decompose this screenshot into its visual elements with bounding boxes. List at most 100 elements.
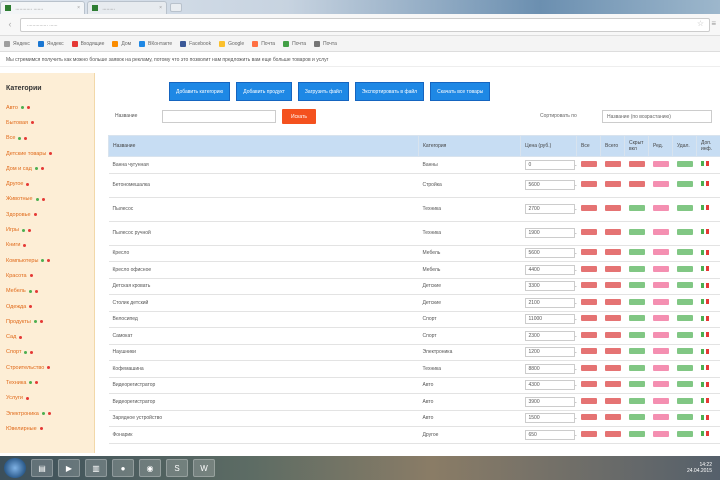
product-name-cell[interactable]: Ванна чугунная	[108, 156, 419, 174]
sidebar-category-item[interactable]: Мебель	[0, 284, 94, 299]
product-name-cell[interactable]: Видеорегистратор	[108, 393, 419, 411]
down-marker-icon[interactable]	[705, 161, 709, 167]
down-marker-icon[interactable]	[705, 332, 709, 338]
up-marker-icon[interactable]	[700, 266, 704, 272]
down-marker-icon[interactable]	[705, 249, 709, 255]
delete-button[interactable]	[676, 430, 693, 437]
down-marker-icon[interactable]	[705, 299, 709, 305]
total-action-button[interactable]	[604, 414, 621, 421]
price-input[interactable]: 2100	[524, 297, 575, 308]
name-filter-input[interactable]	[162, 110, 276, 123]
hidden-toggle-button[interactable]	[628, 282, 645, 289]
product-name-cell[interactable]: Бетономешалка	[108, 173, 419, 198]
sidebar-category-item[interactable]: Ювелирные	[0, 421, 94, 436]
sidebar-category-item[interactable]: Бытовая	[0, 115, 94, 130]
product-name-cell[interactable]: Столик детский	[108, 294, 419, 312]
edit-button[interactable]	[652, 249, 669, 256]
delete-button[interactable]	[676, 160, 693, 167]
product-name-cell[interactable]: Детская кровать	[108, 278, 419, 295]
col-header-name[interactable]: Название	[108, 135, 419, 157]
up-marker-icon[interactable]	[700, 282, 704, 288]
down-marker-icon[interactable]	[705, 181, 709, 187]
sidebar-category-item[interactable]: Все	[0, 131, 94, 146]
down-marker-icon[interactable]	[705, 348, 709, 354]
firefox-taskbar-icon[interactable]: ●	[112, 459, 134, 477]
sort-select[interactable]: Название (по возрастанию)	[602, 110, 712, 123]
all-action-button[interactable]	[580, 414, 597, 421]
price-input[interactable]: 1200	[524, 347, 575, 358]
total-action-button[interactable]	[604, 397, 621, 404]
product-name-cell[interactable]: Фонарик	[108, 426, 419, 444]
hidden-toggle-button[interactable]	[628, 348, 645, 355]
hidden-toggle-button[interactable]	[628, 414, 645, 421]
all-action-button[interactable]	[580, 298, 597, 305]
sidebar-category-item[interactable]: Другое	[0, 176, 94, 191]
hidden-toggle-button[interactable]	[628, 364, 645, 371]
bookmark-item[interactable]: Яндекс	[4, 40, 30, 47]
delete-button[interactable]	[676, 364, 693, 371]
up-marker-icon[interactable]	[700, 348, 704, 354]
up-marker-icon[interactable]	[700, 381, 704, 387]
skype-taskbar-icon[interactable]: S	[166, 459, 188, 477]
up-marker-icon[interactable]	[700, 299, 704, 305]
delete-button[interactable]	[676, 298, 693, 305]
sidebar-category-item[interactable]: Строительство	[0, 360, 94, 375]
all-action-button[interactable]	[580, 160, 597, 167]
price-input[interactable]: 5600	[524, 180, 575, 190]
edit-button[interactable]	[652, 414, 669, 421]
price-input[interactable]: 2300	[524, 330, 575, 341]
edit-button[interactable]	[652, 381, 669, 388]
product-name-cell[interactable]: Видеорегистратор	[108, 377, 419, 394]
delete-button[interactable]	[676, 204, 693, 211]
hidden-toggle-button[interactable]	[628, 180, 645, 187]
sidebar-category-item[interactable]: Услуги	[0, 391, 94, 406]
bookmark-item[interactable]: ВКонтакте	[139, 40, 172, 47]
up-marker-icon[interactable]	[700, 414, 704, 420]
delete-button[interactable]	[676, 414, 693, 421]
price-input[interactable]: 0	[524, 159, 575, 170]
chrome-taskbar-icon[interactable]: ◉	[139, 459, 161, 477]
all-action-button[interactable]	[580, 397, 597, 404]
total-action-button[interactable]	[604, 249, 621, 256]
total-action-button[interactable]	[604, 430, 621, 437]
price-input[interactable]: 4300	[524, 380, 575, 391]
price-input[interactable]: 5600	[524, 248, 575, 259]
sidebar-category-item[interactable]: Книги	[0, 238, 94, 253]
down-marker-icon[interactable]	[705, 381, 709, 387]
edit-button[interactable]	[652, 364, 669, 371]
hidden-toggle-button[interactable]	[628, 397, 645, 404]
down-marker-icon[interactable]	[705, 414, 709, 420]
sidebar-category-item[interactable]: Спорт	[0, 345, 94, 360]
down-marker-icon[interactable]	[705, 229, 709, 235]
edit-button[interactable]	[652, 298, 669, 305]
product-name-cell[interactable]: Кресло	[108, 245, 419, 262]
delete-button[interactable]	[676, 282, 693, 289]
edit-button[interactable]	[652, 228, 669, 235]
product-name-cell[interactable]: Кофемашина	[108, 360, 419, 378]
edit-button[interactable]	[652, 315, 669, 322]
taskbar-clock[interactable]: 14:22 24.04.2015	[687, 462, 712, 474]
price-input[interactable]: 650	[524, 429, 575, 440]
up-marker-icon[interactable]	[700, 315, 704, 321]
search-button[interactable]: Искать	[282, 109, 316, 124]
total-action-button[interactable]	[604, 315, 621, 322]
start-button[interactable]	[4, 458, 26, 478]
all-action-button[interactable]	[580, 315, 597, 322]
product-name-cell[interactable]: Кресло офисное	[108, 261, 419, 279]
new-tab-button[interactable]	[170, 3, 182, 12]
sidebar-category-item[interactable]: Детские товары	[0, 146, 94, 161]
delete-button[interactable]	[676, 180, 693, 187]
bookmark-star-icon[interactable]: ☆	[697, 20, 704, 28]
delete-button[interactable]	[676, 397, 693, 404]
all-action-button[interactable]	[580, 204, 597, 211]
word-taskbar-icon[interactable]: W	[193, 459, 215, 477]
export-button[interactable]: Экспортировать в файл	[354, 82, 425, 101]
sidebar-category-item[interactable]: Техника	[0, 375, 94, 390]
hidden-toggle-button[interactable]	[628, 298, 645, 305]
sidebar-category-item[interactable]: Авто	[0, 100, 94, 115]
all-action-button[interactable]	[580, 364, 597, 371]
product-name-cell[interactable]: Самокат	[108, 327, 419, 345]
up-marker-icon[interactable]	[700, 398, 704, 404]
down-marker-icon[interactable]	[705, 398, 709, 404]
product-name-cell[interactable]: Велосипед	[108, 311, 419, 328]
